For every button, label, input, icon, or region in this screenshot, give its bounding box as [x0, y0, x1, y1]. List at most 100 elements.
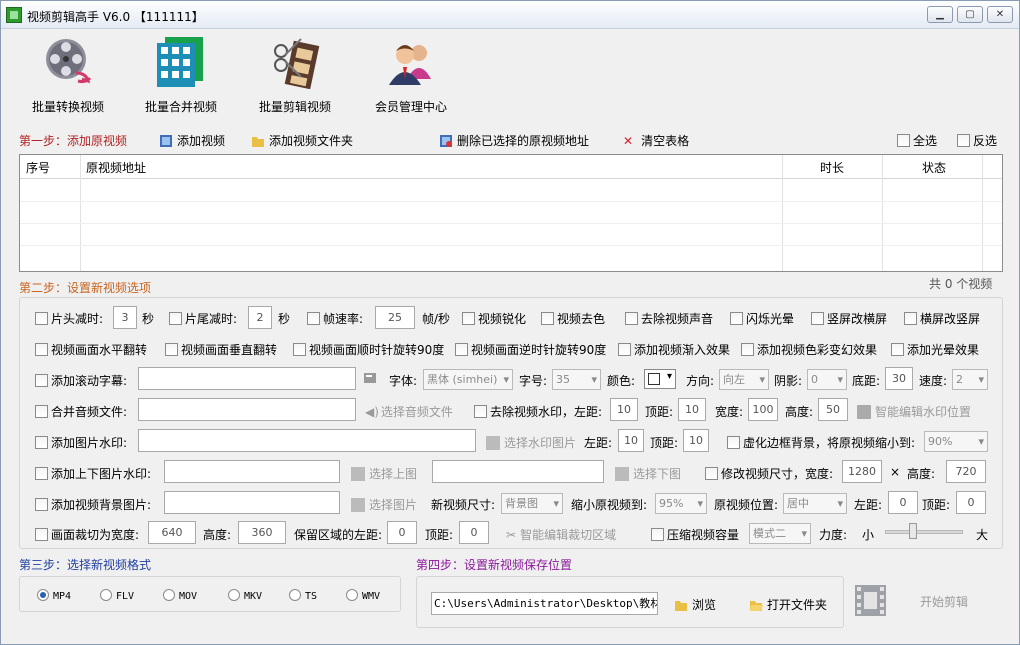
compress-checkbox[interactable]: 压缩视频容量: [651, 526, 739, 543]
scroll-sub-input[interactable]: [138, 367, 356, 390]
keep-top-input[interactable]: 0: [459, 521, 489, 544]
choose-audio-button[interactable]: ◀) 选择音频文件: [365, 403, 453, 420]
head-cut-input[interactable]: 3: [113, 306, 137, 329]
bg-img-checkbox[interactable]: 添加视频背景图片:: [35, 496, 151, 513]
direction-select[interactable]: 向左: [719, 369, 769, 390]
fps-input[interactable]: 25: [375, 306, 415, 329]
bg-img-input[interactable]: [164, 491, 340, 514]
invert-select-button[interactable]: 反选: [957, 132, 997, 149]
add-folder-button[interactable]: 添加视频文件夹: [251, 132, 353, 149]
wm-left-input[interactable]: 10: [610, 398, 638, 421]
format-radio-wmv[interactable]: WMV: [346, 588, 380, 602]
shadow-select[interactable]: 0: [807, 369, 847, 390]
img-wm-checkbox[interactable]: 添加图片水印:: [35, 434, 127, 451]
vflip-checkbox[interactable]: 视频画面垂直翻转: [165, 341, 277, 358]
img-wm-left-input[interactable]: 10: [618, 429, 644, 452]
crop-width-input[interactable]: 640: [148, 521, 196, 544]
color-picker[interactable]: ▾: [644, 369, 676, 389]
save-path-input[interactable]: C:\Users\Administrator\Desktop\教材\教: [431, 592, 658, 615]
text-settings-icon[interactable]: [363, 371, 377, 385]
scale-select[interactable]: 90%: [924, 431, 988, 452]
color-fx-checkbox[interactable]: 添加视频色彩变幻效果: [741, 341, 877, 358]
wm-top-input[interactable]: 10: [678, 398, 706, 421]
tail-cut-input[interactable]: 2: [248, 306, 272, 329]
img-wm-input[interactable]: [138, 429, 476, 452]
cw90-checkbox[interactable]: 视频画面顺时针旋转90度: [293, 341, 444, 358]
hflip-checkbox[interactable]: 视频画面水平翻转: [35, 341, 147, 358]
format-radio-mp4[interactable]: MP4: [37, 588, 71, 602]
choose-img-button[interactable]: 选择图片: [351, 496, 417, 513]
close-button[interactable]: ✕: [987, 6, 1013, 23]
fps-label: 帧速率:: [323, 312, 364, 326]
member-center-button[interactable]: 会员管理中心: [361, 33, 461, 115]
clear-table-label: 清空表格: [641, 134, 690, 148]
bg-top-input[interactable]: 0: [956, 491, 986, 514]
h2v-checkbox[interactable]: 横屏改竖屏: [904, 310, 980, 327]
wm-height-input[interactable]: 50: [818, 398, 848, 421]
start-edit-button[interactable]: 开始剪辑: [920, 593, 968, 610]
batch-convert-button[interactable]: 批量转换视频: [18, 33, 118, 115]
remove-wm-checkbox[interactable]: 去除视频水印，左距:: [474, 403, 602, 420]
blur-bg-label: 虚化边框背景，将原视频缩小到:: [743, 436, 916, 450]
img-wm-top-input[interactable]: 10: [683, 429, 709, 452]
smart-wm-button[interactable]: 智能编辑水印位置: [857, 403, 971, 420]
mode-select[interactable]: 模式二: [749, 523, 811, 544]
open-folder-button[interactable]: 打开文件夹: [749, 596, 827, 613]
app-window: 视频剪辑高手 V6.0 【111111】 ▁ ▢ ✕ 批量转换视频 批量合并视频…: [0, 0, 1020, 645]
scroll-sub-checkbox[interactable]: 添加滚动字幕:: [35, 372, 127, 389]
bottom-input[interactable]: 30: [885, 367, 913, 390]
speed-select[interactable]: 2: [952, 369, 988, 390]
batch-edit-button[interactable]: 批量剪辑视频: [245, 33, 345, 115]
batch-merge-button[interactable]: 批量合并视频: [131, 33, 231, 115]
size-select[interactable]: 35: [552, 369, 601, 390]
browse-button[interactable]: 浏览: [674, 596, 716, 613]
decolor-checkbox[interactable]: 视频去色: [541, 310, 605, 327]
head-cut-checkbox[interactable]: 片头减时:: [35, 310, 103, 327]
halo-checkbox[interactable]: 添加光晕效果: [891, 341, 979, 358]
merge-audio-checkbox[interactable]: 合并音频文件:: [35, 403, 127, 420]
sharpen-checkbox[interactable]: 视频锐化: [462, 310, 526, 327]
delete-selected-button[interactable]: 删除已选择的原视频地址: [439, 132, 589, 149]
resize-height-input[interactable]: 720: [946, 460, 986, 483]
format-radio-ts[interactable]: TS: [289, 588, 317, 602]
audio-file-input[interactable]: [138, 398, 356, 421]
top-img-input[interactable]: [164, 460, 340, 483]
bottom-img-input[interactable]: [432, 460, 604, 483]
mute-checkbox[interactable]: 去除视频声音: [625, 310, 713, 327]
format-radio-mov[interactable]: MOV: [163, 588, 197, 602]
fadein-checkbox[interactable]: 添加视频渐入效果: [618, 341, 730, 358]
ccw90-checkbox[interactable]: 视频画面逆时针旋转90度: [455, 341, 606, 358]
tb-wm-checkbox[interactable]: 添加上下图片水印:: [35, 465, 151, 482]
resize-checkbox[interactable]: 修改视频尺寸，宽度:: [705, 465, 833, 482]
fps-checkbox[interactable]: 帧速率:: [307, 310, 363, 327]
strength-slider-thumb[interactable]: [909, 523, 917, 539]
radio-icon: [228, 589, 240, 601]
choose-top-button[interactable]: 选择上图: [351, 465, 417, 482]
v2h-checkbox[interactable]: 竖屏改横屏: [811, 310, 887, 327]
shrink-select[interactable]: 95%: [655, 493, 707, 514]
bg-left-input[interactable]: 0: [888, 491, 918, 514]
video-table[interactable]: 序号 原视频地址 时长 状态: [19, 154, 1003, 272]
smart-crop-button[interactable]: ✂ 智能编辑裁切区域: [506, 526, 616, 543]
keep-left-input[interactable]: 0: [387, 521, 417, 544]
maximize-button[interactable]: ▢: [957, 6, 983, 23]
format-radio-flv[interactable]: FLV: [100, 588, 134, 602]
font-select[interactable]: 黑体 (simhei): [423, 369, 513, 390]
choose-wm-button[interactable]: 选择水印图片: [486, 434, 576, 451]
flash-checkbox[interactable]: 闪烁光晕: [730, 310, 794, 327]
select-all-button[interactable]: 全选: [897, 132, 937, 149]
add-video-button[interactable]: 添加视频: [159, 132, 225, 149]
minimize-button[interactable]: ▁: [927, 6, 953, 23]
blur-bg-checkbox[interactable]: 虚化边框背景，将原视频缩小到:: [727, 434, 915, 451]
format-radio-mkv[interactable]: MKV: [228, 588, 262, 602]
crop-height-input[interactable]: 360: [238, 521, 286, 544]
clear-table-button[interactable]: ✕ 清空表格: [623, 132, 689, 149]
resize-width-input[interactable]: 1280: [842, 460, 882, 483]
choose-bottom-button[interactable]: 选择下图: [615, 465, 681, 482]
wm-width-input[interactable]: 100: [748, 398, 778, 421]
tail-cut-checkbox[interactable]: 片尾减时:: [169, 310, 237, 327]
strength-slider-track[interactable]: [885, 530, 963, 534]
pos-select[interactable]: 居中: [783, 493, 847, 514]
new-size-select[interactable]: 背景图: [501, 493, 563, 514]
crop-checkbox[interactable]: 画面裁切为宽度:: [35, 526, 139, 543]
